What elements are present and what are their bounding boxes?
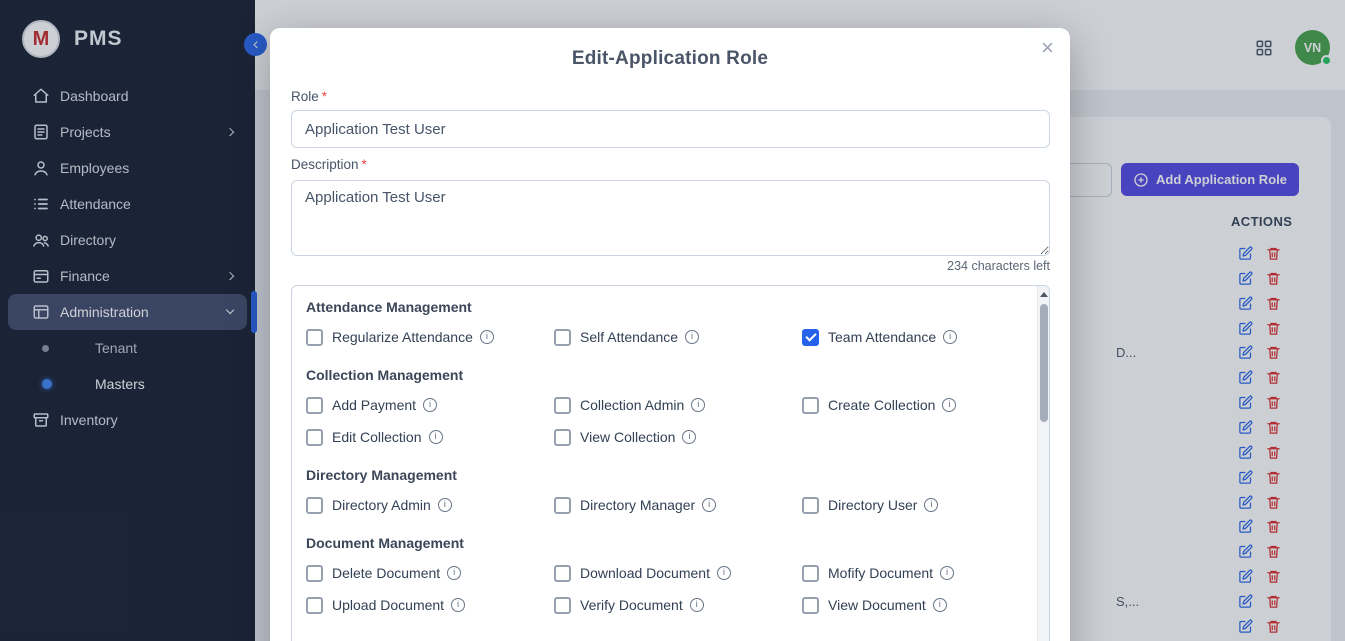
permission-group-title: Document Management [306,534,1023,552]
info-icon: i [691,398,705,412]
info-icon: i [438,498,452,512]
checkbox-icon[interactable] [306,597,323,614]
info-icon: i [942,398,956,412]
info-icon: i [924,498,938,512]
permission-group-title: Collection Management [306,366,1023,384]
permission-grid: Delete DocumentiDownload DocumentiMofify… [306,564,1023,614]
checkbox-icon[interactable] [554,429,571,446]
permission-option-edit-collection[interactable]: Edit Collection i [306,428,554,446]
info-icon: i [429,430,443,444]
permission-option-verify-document[interactable]: Verify Document i [554,596,802,614]
info-icon: i [480,330,494,344]
required-asterisk: * [362,157,367,172]
permission-label: Add Payment [332,397,416,413]
permission-group-attendance-management: Attendance Management Regularize Attendan… [306,298,1023,346]
app-root: M PMS DashboardProjectsEmployeesAttendan… [0,0,1345,641]
permission-option-view-collection[interactable]: View Collection i [554,428,802,446]
permission-option-directory-manager[interactable]: Directory Manager i [554,496,802,514]
permission-label: Upload Document [332,597,444,613]
checkbox-icon[interactable] [554,565,571,582]
checkbox-icon[interactable] [554,497,571,514]
characters-left-counter: 234 characters left [947,259,1050,273]
checkbox-icon[interactable] [306,565,323,582]
info-icon: i [933,598,947,612]
modal-title: Edit-Application Role [270,48,1070,70]
permission-group-title: Attendance Management [306,298,1023,316]
permission-option-self-attendance[interactable]: Self Attendance i [554,328,802,346]
role-label-text: Role [291,89,319,104]
permission-option-add-payment[interactable]: Add Payment i [306,396,554,414]
permission-option-view-document[interactable]: View Document i [802,596,1023,614]
info-icon: i [940,566,954,580]
info-icon: i [447,566,461,580]
permission-label: Mofify Document [828,565,933,581]
info-icon: i [943,330,957,344]
permission-option-regularize-attendance[interactable]: Regularize Attendance i [306,328,554,346]
edit-application-role-modal: × Edit-Application Role Role* Descriptio… [270,28,1070,641]
permission-label: Directory Manager [580,497,695,513]
scrollbar-thumb[interactable] [1040,304,1048,422]
checkbox-icon[interactable] [554,329,571,346]
checkbox-checked-icon[interactable] [802,329,819,346]
info-icon: i [690,598,704,612]
scroll-up-arrow-icon[interactable] [1040,292,1048,297]
info-icon: i [423,398,437,412]
permission-label: Directory Admin [332,497,431,513]
description-textarea[interactable]: Application Test User [291,180,1050,256]
permission-label: View Collection [580,429,675,445]
permission-option-delete-document[interactable]: Delete Document i [306,564,554,582]
checkbox-icon[interactable] [306,329,323,346]
permission-group-collection-management: Collection ManagementAdd PaymentiCollect… [306,366,1023,446]
checkbox-icon[interactable] [306,497,323,514]
permission-option-team-attendance[interactable]: Team Attendance i [802,328,1023,346]
info-icon: i [682,430,696,444]
permission-option-upload-document[interactable]: Upload Document i [306,596,554,614]
permission-label: Team Attendance [828,329,936,345]
required-asterisk: * [322,89,327,104]
checkbox-icon[interactable] [554,597,571,614]
permission-label: Collection Admin [580,397,684,413]
permission-option-collection-admin[interactable]: Collection Admin i [554,396,802,414]
description-label-text: Description [291,157,359,172]
role-input[interactable] [291,110,1050,148]
info-icon: i [685,330,699,344]
permissions-list: Attendance Management Regularize Attendan… [292,286,1037,641]
checkbox-icon[interactable] [802,397,819,414]
permission-group-title: Directory Management [306,466,1023,484]
permission-grid: Directory AdminiDirectory ManageriDirect… [306,496,1023,514]
checkbox-icon[interactable] [306,429,323,446]
description-field-label: Description* [291,157,367,173]
permission-label: Create Collection [828,397,935,413]
permission-grid: Add PaymentiCollection AdminiCreate Coll… [306,396,1023,446]
checkbox-icon[interactable] [802,565,819,582]
permission-label: Edit Collection [332,429,422,445]
permission-group-directory-management: Directory ManagementDirectory AdminiDire… [306,466,1023,514]
checkbox-icon[interactable] [802,597,819,614]
permission-option-mofify-document[interactable]: Mofify Document i [802,564,1023,582]
role-field-label: Role* [291,89,327,105]
permission-label: Delete Document [332,565,440,581]
info-icon: i [702,498,716,512]
permissions-panel: Attendance Management Regularize Attendan… [291,285,1050,641]
permission-option-directory-user[interactable]: Directory User i [802,496,1023,514]
scrollbar[interactable] [1037,286,1049,641]
checkbox-icon[interactable] [554,397,571,414]
checkbox-icon[interactable] [802,497,819,514]
permission-grid: Regularize AttendanceiSelf AttendanceiTe… [306,328,1023,346]
permission-option-directory-admin[interactable]: Directory Admin i [306,496,554,514]
permission-label: Directory User [828,497,917,513]
permission-label: Self Attendance [580,329,678,345]
permission-option-download-document[interactable]: Download Document i [554,564,802,582]
info-icon: i [717,566,731,580]
checkbox-icon[interactable] [306,397,323,414]
permission-label: Download Document [580,565,710,581]
info-icon: i [451,598,465,612]
permission-label: View Document [828,597,926,613]
permission-label: Regularize Attendance [332,329,473,345]
permission-option-create-collection[interactable]: Create Collection i [802,396,1023,414]
permission-label: Verify Document [580,597,683,613]
permission-group-document-management: Document ManagementDelete DocumentiDownl… [306,534,1023,614]
